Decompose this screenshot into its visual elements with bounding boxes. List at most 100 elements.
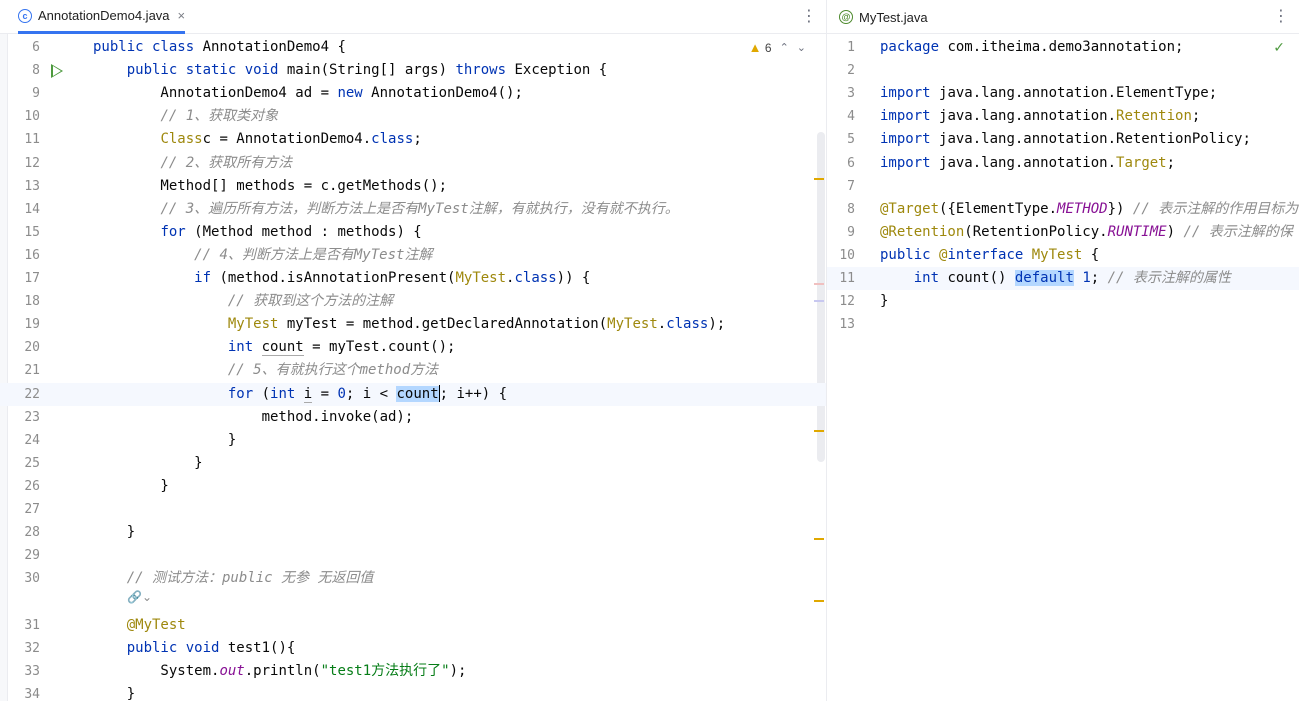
error-marker[interactable] [814, 283, 824, 285]
code-text[interactable]: @MyTest [93, 614, 186, 637]
code-line[interactable]: 10 // 1、获取类对象 [0, 105, 826, 128]
code-line[interactable]: 12} [827, 290, 1299, 313]
line-number[interactable]: 31 [0, 614, 40, 637]
line-number[interactable]: 1 [831, 36, 855, 59]
left-editor-pane[interactable]: c AnnotationDemo4.java × ⋮ ▲ 6 ⌃ ⌄ 🔗⌄ 6p… [0, 0, 826, 701]
line-number[interactable]: 26 [0, 475, 40, 498]
code-text[interactable]: import java.lang.annotation.RetentionPol… [880, 128, 1251, 151]
code-text[interactable]: // 5、有就执行这个method方法 [93, 359, 438, 382]
code-text[interactable]: import java.lang.annotation.ElementType; [880, 82, 1217, 105]
code-text[interactable]: for (int i = 0; i < count; i++) { [93, 383, 507, 406]
code-text[interactable]: import java.lang.annotation.Retention; [880, 105, 1200, 128]
line-number[interactable]: 25 [0, 452, 40, 475]
line-number[interactable]: 27 [0, 498, 40, 521]
code-text[interactable]: AnnotationDemo4 ad = new AnnotationDemo4… [93, 82, 522, 105]
code-line[interactable]: 7 [827, 175, 1299, 198]
line-number[interactable]: 11 [831, 267, 855, 290]
code-text[interactable]: @Target({ElementType.METHOD}) // 表示注解的作用… [880, 198, 1298, 221]
line-number[interactable]: 28 [0, 521, 40, 544]
line-number[interactable]: 20 [0, 336, 40, 359]
code-line[interactable]: 3 import java.lang.annotation.ElementType… [827, 82, 1299, 105]
code-line[interactable]: 32 public void test1(){ [0, 637, 826, 660]
code-text[interactable]: System.out.println("test1方法执行了"); [93, 660, 466, 683]
code-text[interactable]: } [93, 521, 135, 544]
line-number[interactable]: 2 [831, 59, 855, 82]
line-number[interactable]: 29 [0, 544, 40, 567]
code-text[interactable]: // 测试方法：public 无参 无返回值 [93, 567, 374, 590]
line-number[interactable]: 16 [0, 244, 40, 267]
close-icon[interactable]: × [178, 8, 186, 23]
line-number[interactable]: 12 [831, 290, 855, 313]
line-number[interactable]: 33 [0, 660, 40, 683]
code-text[interactable]: // 3、遍历所有方法，判断方法上是否有MyTest注解，有就执行，没有就不执行… [93, 198, 678, 221]
line-number[interactable]: 8 [0, 59, 40, 82]
code-text[interactable]: // 2、获取所有方法 [93, 152, 292, 175]
info-marker[interactable] [814, 300, 824, 302]
code-text[interactable]: public void test1(){ [93, 637, 296, 660]
code-line[interactable]: 34 } [0, 683, 826, 701]
line-number[interactable]: 13 [0, 175, 40, 198]
line-number[interactable]: 4 [831, 105, 855, 128]
code-line[interactable]: 17 if (method.isAnnotationPresent(MyTest… [0, 267, 826, 290]
line-number[interactable]: 17 [0, 267, 40, 290]
line-number[interactable]: 10 [0, 105, 40, 128]
code-line[interactable]: 24 } [0, 429, 826, 452]
code-line[interactable]: 18 // 获取到这个方法的注解 [0, 290, 826, 313]
line-number[interactable]: 22 [0, 383, 40, 406]
code-text[interactable]: } [93, 452, 202, 475]
code-text[interactable]: int count = myTest.count(); [93, 336, 455, 359]
line-number[interactable]: 14 [0, 198, 40, 221]
code-line[interactable]: 8 @Target({ElementType.METHOD}) // 表示注解的作… [827, 198, 1299, 221]
more-options-icon[interactable]: ⋮ [801, 6, 817, 26]
code-line[interactable]: 4 import java.lang.annotation.Retention; [827, 105, 1299, 128]
code-line[interactable]: 11 int count() default 1; // 表示注解的属性 [827, 267, 1299, 290]
code-text[interactable]: public static void main(String[] args) t… [93, 59, 607, 82]
code-line[interactable]: 13 Method[] methods = c.getMethods(); [0, 175, 826, 198]
line-number[interactable]: 21 [0, 359, 40, 382]
line-number[interactable]: 32 [0, 637, 40, 660]
code-line[interactable]: 26 } [0, 475, 826, 498]
code-line[interactable]: 29 [0, 544, 826, 567]
tab-mytest[interactable]: @ MyTest.java [839, 0, 928, 34]
code-text[interactable]: // 1、获取类对象 [93, 105, 278, 128]
code-line[interactable]: 28 } [0, 521, 826, 544]
code-text[interactable]: import java.lang.annotation.Target; [880, 152, 1175, 175]
warning-marker[interactable] [814, 178, 824, 180]
code-text[interactable]: } [93, 429, 236, 452]
code-line[interactable]: 30 // 测试方法：public 无参 无返回值 [0, 567, 826, 590]
tab-annotationdemo4[interactable]: c AnnotationDemo4.java × [18, 0, 186, 34]
code-line[interactable]: 11 Classc = AnnotationDemo4.class; [0, 128, 826, 151]
code-text[interactable]: if (method.isAnnotationPresent(MyTest.cl… [93, 267, 590, 290]
code-line[interactable]: 8 public static void main(String[] args)… [0, 59, 826, 82]
line-number[interactable]: 9 [831, 221, 855, 244]
code-line[interactable]: 6 import java.lang.annotation.Target; [827, 152, 1299, 175]
code-text[interactable]: MyTest myTest = method.getDeclaredAnnota… [93, 313, 725, 336]
line-number[interactable]: 6 [0, 36, 40, 59]
code-line[interactable]: 13 [827, 313, 1299, 336]
code-text[interactable]: } [880, 290, 888, 313]
line-number[interactable]: 34 [0, 683, 40, 701]
code-line[interactable]: 1 package com.itheima.demo3annotation; [827, 36, 1299, 59]
code-line[interactable]: 21 // 5、有就执行这个method方法 [0, 359, 826, 382]
line-number[interactable]: 19 [0, 313, 40, 336]
code-line[interactable]: 27 [0, 498, 826, 521]
line-number[interactable]: 11 [0, 128, 40, 151]
code-text[interactable]: public @interface MyTest { [880, 244, 1099, 267]
line-number[interactable]: 10 [831, 244, 855, 267]
line-number[interactable]: 24 [0, 429, 40, 452]
code-line[interactable]: 20 int count = myTest.count(); [0, 336, 826, 359]
author-inlay-hint[interactable]: 🔗⌄ [127, 590, 152, 604]
code-line[interactable]: 6 public class AnnotationDemo4 { [0, 36, 826, 59]
code-line[interactable]: 31 @MyTest [0, 614, 826, 637]
code-text[interactable]: } [93, 475, 168, 498]
code-line[interactable]: 10 public @interface MyTest { [827, 244, 1299, 267]
code-text[interactable]: for (Method method : methods) { [93, 221, 421, 244]
warning-marker[interactable] [814, 600, 824, 602]
code-line[interactable]: 19 MyTest myTest = method.getDeclaredAnn… [0, 313, 826, 336]
code-line[interactable]: 23 method.invoke(ad); [0, 406, 826, 429]
code-line[interactable]: 2 [827, 59, 1299, 82]
code-line[interactable]: 5 import java.lang.annotation.RetentionPo… [827, 128, 1299, 151]
code-text[interactable]: // 4、判断方法上是否有MyTest注解 [93, 244, 432, 267]
code-line[interactable]: 9 @Retention(RetentionPolicy.RUNTIME) // … [827, 221, 1299, 244]
code-text[interactable]: method.invoke(ad); [93, 406, 414, 429]
